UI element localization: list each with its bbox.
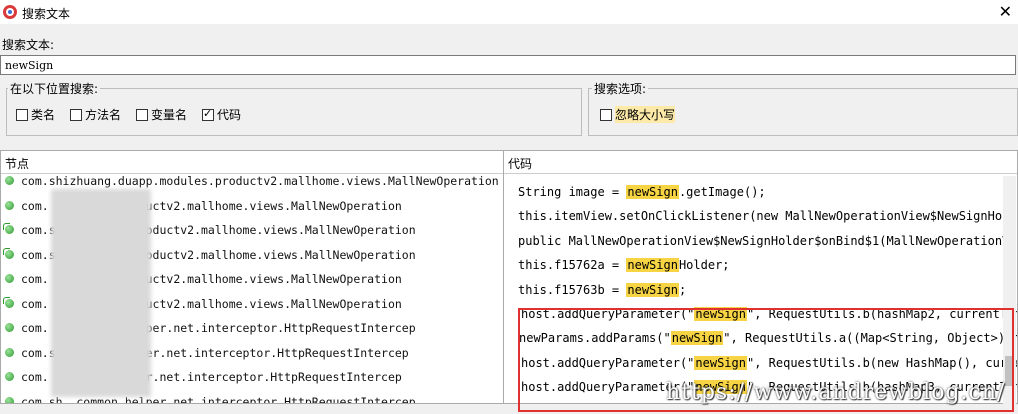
checkbox-box[interactable] [136, 108, 148, 121]
results-node-panel: 节点 com.shizhuang.duapp.modules.productv2… [0, 150, 504, 404]
close-icon[interactable]: ✕ [999, 2, 1012, 21]
class-node-icon [5, 396, 14, 403]
class-node-icon [5, 347, 14, 357]
code-text: String image = [518, 185, 627, 199]
node-column-label: 节点 [5, 157, 30, 171]
checkbox-box-checked[interactable] [202, 107, 214, 121]
location-group-legend: 在以下位置搜索: [8, 80, 101, 97]
result-code-row[interactable]: String image = newSign.getImage(); [518, 185, 766, 209]
node-column-header[interactable]: 节点 [1, 151, 503, 174]
checkbox-method-name[interactable]: 方法名 [70, 106, 121, 123]
class-node-icon [3, 296, 14, 308]
match-highlight: newSign [626, 185, 679, 199]
search-input[interactable] [0, 55, 1016, 75]
checkbox-ignore-case[interactable]: 忽略大小写 [600, 106, 676, 123]
result-node-text: com.shizhuang.duapp.modules.productv2.ma… [21, 174, 499, 188]
match-highlight: newSign [626, 258, 679, 273]
class-node-icon [5, 323, 14, 332]
class-node-icon [5, 372, 14, 381]
checkbox-label: 代码 [217, 108, 242, 122]
code-text: .getImage(); [678, 185, 766, 199]
code-text: Holder; [678, 258, 730, 273]
watermark: https://www.andrewblog.cn/ [666, 380, 1006, 405]
window-title: 搜索文本 [22, 7, 71, 21]
code-text: this.f15763b = [518, 282, 627, 297]
class-node-icon [3, 223, 14, 234]
code-text: this.f15762a = [518, 258, 627, 273]
checkbox-label: 变量名 [151, 108, 188, 122]
class-node-icon [5, 176, 14, 185]
checkbox-box[interactable] [70, 108, 82, 121]
result-code-row[interactable]: public MallNewOperationView$NewSignHolde… [518, 234, 1017, 258]
result-code-row[interactable]: this.itemView.setOnClickListener(new Mal… [518, 209, 1018, 233]
app-icon [3, 5, 17, 19]
checkbox-label: 忽略大小写 [615, 106, 676, 123]
code-column-label: 代码 [508, 157, 533, 171]
checkbox-code[interactable]: 代码 [202, 106, 241, 123]
class-node-icon [5, 200, 14, 210]
result-code-row[interactable]: this.f15763b = newSign; [518, 282, 687, 307]
title-bar: 搜索文本 ✕ [0, 0, 1018, 24]
code-text: this.itemView.setOnClickListener(new Mal… [518, 209, 1018, 224]
class-node-icon [5, 274, 14, 283]
match-highlight: newSign [626, 282, 679, 297]
search-label: 搜索文本: [2, 38, 55, 52]
checkbox-variable-name[interactable]: 变量名 [136, 106, 187, 123]
checkbox-label: 类名 [31, 108, 56, 122]
options-group-legend: 搜索选项: [592, 80, 649, 97]
checkbox-class-name[interactable]: 类名 [16, 106, 55, 123]
code-column-header[interactable]: 代码 [504, 151, 1017, 174]
redaction-blur [51, 189, 151, 397]
code-text: ; [678, 282, 687, 297]
checkbox-box[interactable] [600, 108, 612, 121]
class-node-icon [3, 247, 14, 259]
horizontal-scrollbar[interactable] [0, 404, 503, 414]
result-code-row[interactable]: this.f15762a = newSignHolder; [518, 258, 730, 282]
checkbox-box[interactable] [16, 108, 28, 121]
code-text: public MallNewOperationView$NewSignHolde… [518, 233, 1017, 248]
checkbox-label: 方法名 [85, 108, 122, 122]
